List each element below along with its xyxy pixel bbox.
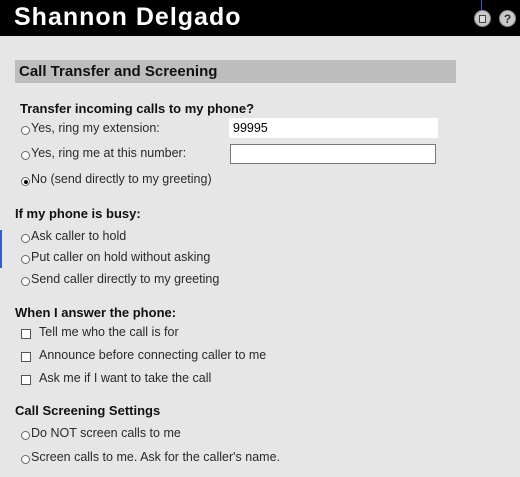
- answer-heading: When I answer the phone:: [15, 305, 177, 320]
- label-send-to-greeting: Send caller directly to my greeting: [31, 272, 220, 286]
- radio-ask-hold[interactable]: [21, 234, 30, 243]
- label-ask-hold: Ask caller to hold: [31, 229, 127, 243]
- busy-heading: If my phone is busy:: [15, 206, 141, 221]
- label-no-screen: Do NOT screen calls to me: [31, 426, 181, 440]
- label-ring-number: Yes, ring me at this number:: [31, 146, 187, 160]
- screening-heading: Call Screening Settings: [15, 403, 161, 418]
- radio-ring-number[interactable]: [21, 151, 30, 160]
- radio-screen-ask-name[interactable]: [21, 455, 30, 464]
- page-title: Shannon Delgado: [14, 3, 242, 31]
- label-who-for: Tell me who the call is for: [39, 325, 179, 339]
- checkbox-take-call[interactable]: [21, 375, 31, 385]
- label-hold-without-asking: Put caller on hold without asking: [31, 250, 211, 264]
- radio-hold-without-asking[interactable]: [21, 255, 30, 264]
- title-bar: Shannon Delgado ?: [0, 0, 520, 36]
- radio-no-screen[interactable]: [21, 431, 30, 440]
- label-announce: Announce before connecting caller to me: [39, 348, 267, 362]
- help-icon[interactable]: ?: [499, 10, 516, 27]
- section-title: Call Transfer and Screening: [19, 63, 218, 80]
- pointer-marker: [481, 0, 482, 10]
- section-header: Call Transfer and Screening: [15, 60, 456, 83]
- checkbox-who-for[interactable]: [21, 329, 31, 339]
- radio-send-greeting[interactable]: [21, 177, 30, 186]
- floppy-glyph: [479, 14, 486, 23]
- checkbox-announce[interactable]: [21, 352, 31, 362]
- radio-ring-extension[interactable]: [21, 126, 30, 135]
- phone-number-input[interactable]: [230, 144, 436, 164]
- side-marker: [0, 230, 2, 268]
- help-glyph: ?: [503, 11, 512, 26]
- label-screen-ask-name: Screen calls to me. Ask for the caller's…: [31, 450, 281, 464]
- label-send-greeting: No (send directly to my greeting): [31, 172, 212, 186]
- label-take-call: Ask me if I want to take the call: [39, 371, 212, 385]
- save-icon[interactable]: [474, 10, 491, 27]
- transfer-heading: Transfer incoming calls to my phone?: [20, 101, 255, 116]
- radio-send-to-greeting[interactable]: [21, 277, 30, 286]
- label-ring-extension: Yes, ring my extension:: [31, 121, 160, 135]
- extension-input[interactable]: [229, 118, 438, 138]
